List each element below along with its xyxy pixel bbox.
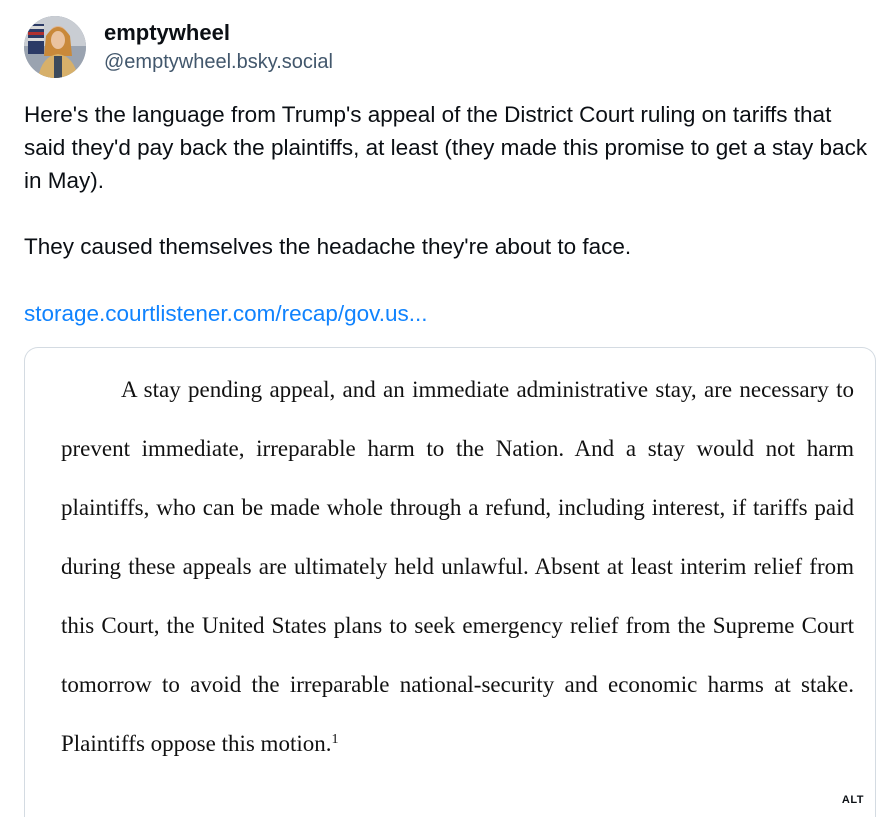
document-text: A stay pending appeal, and an immediate … xyxy=(61,377,854,756)
author-display-name[interactable]: emptywheel xyxy=(104,19,333,47)
alt-text-badge[interactable]: ALT xyxy=(838,791,867,809)
post-header: emptywheel @emptywheel.bsky.social xyxy=(24,14,333,80)
footnote-marker: 1 xyxy=(331,732,339,747)
image-embed[interactable]: A stay pending appeal, and an immediate … xyxy=(24,347,876,817)
avatar-image xyxy=(24,16,86,78)
external-link[interactable]: storage.courtlistener.com/recap/gov.us..… xyxy=(24,297,428,330)
document-excerpt: A stay pending appeal, and an immediate … xyxy=(61,360,854,773)
post-paragraph: They caused themselves the headache they… xyxy=(24,234,632,259)
author-names: emptywheel @emptywheel.bsky.social xyxy=(104,19,333,75)
post-body: Here's the language from Trump's appeal … xyxy=(24,98,874,263)
avatar[interactable] xyxy=(24,16,86,78)
post-paragraph: Here's the language from Trump's appeal … xyxy=(24,102,868,193)
author-handle[interactable]: @emptywheel.bsky.social xyxy=(104,49,333,75)
post-card: emptywheel @emptywheel.bsky.social Here'… xyxy=(0,0,889,817)
